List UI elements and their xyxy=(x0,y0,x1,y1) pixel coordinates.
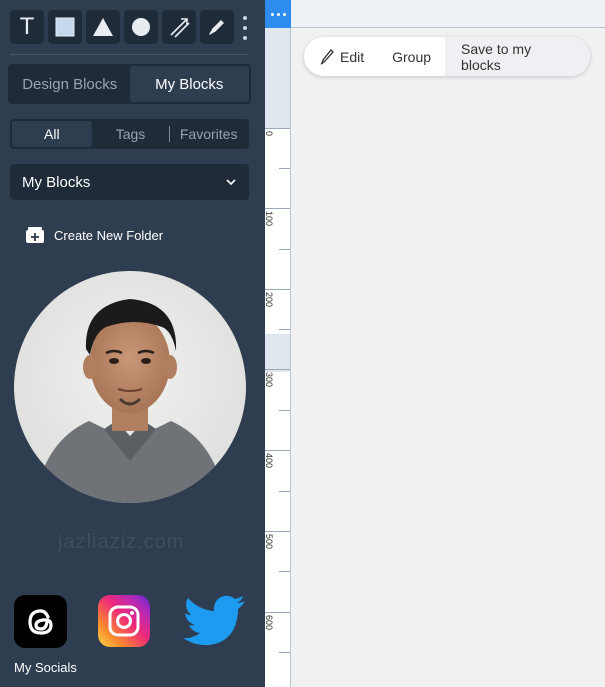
arrow-icon xyxy=(170,18,190,38)
watermark-text: jazliaziz.com xyxy=(58,531,185,553)
sidebar: T Design Blocks My Blocks All Tags Favor… xyxy=(0,0,265,687)
tab-tags[interactable]: Tags xyxy=(92,121,170,147)
ruler-tick xyxy=(279,168,290,169)
pen-icon xyxy=(320,48,334,65)
create-new-folder-button[interactable]: Create New Folder xyxy=(25,226,163,244)
ruler-tick xyxy=(279,249,290,250)
tab-all[interactable]: All xyxy=(12,121,92,147)
folder-add-icon xyxy=(26,227,44,243)
socials-block[interactable] xyxy=(0,595,265,655)
arrow-tool-button[interactable] xyxy=(162,10,196,44)
triangle-tool-button[interactable] xyxy=(86,10,120,44)
save-to-my-blocks-button[interactable]: Save to my blocks xyxy=(445,37,590,76)
avatar-block[interactable] xyxy=(14,271,246,503)
chevron-down-icon xyxy=(226,179,236,186)
ruler-tick xyxy=(279,329,290,330)
ruler-tick xyxy=(279,410,290,411)
selection-context-toolbar: Edit Group Save to my blocks xyxy=(304,37,590,76)
ruler-label: 0 xyxy=(264,131,274,137)
ruler-tick xyxy=(279,491,290,492)
filter-tabs: All Tags Favorites xyxy=(10,119,249,149)
ruler-label: 400 xyxy=(264,453,274,469)
tab-design-blocks[interactable]: Design Blocks xyxy=(10,66,130,102)
ruler-label: 600 xyxy=(264,615,274,631)
circle-icon xyxy=(132,18,150,36)
instagram-icon[interactable] xyxy=(98,595,150,647)
left-ruler: 0 100 200 300 400 500 600 xyxy=(264,28,291,687)
ruler-corner-menu[interactable] xyxy=(265,0,291,28)
text-tool-button[interactable]: T xyxy=(10,10,44,44)
block-source-tabs: Design Blocks My Blocks xyxy=(8,64,251,104)
tab-my-blocks[interactable]: My Blocks xyxy=(129,66,249,102)
top-ruler xyxy=(265,0,605,28)
threads-icon[interactable] xyxy=(14,595,67,648)
ruler-tick xyxy=(265,531,290,532)
socials-label: My Socials xyxy=(14,660,77,675)
rectangle-icon xyxy=(55,17,75,37)
divider xyxy=(10,54,249,55)
edit-button[interactable]: Edit xyxy=(304,37,378,76)
folder-select-value: My Blocks xyxy=(22,173,91,191)
ruler-label: 200 xyxy=(264,292,274,308)
rectangle-tool-button[interactable] xyxy=(48,10,82,44)
circle-tool-button[interactable] xyxy=(124,10,158,44)
group-button[interactable]: Group xyxy=(378,37,445,76)
ruler-tick xyxy=(279,571,290,572)
pen-tool-button[interactable] xyxy=(200,10,234,44)
shape-toolbar: T xyxy=(10,10,234,44)
ruler-tick xyxy=(265,450,290,451)
ruler-tick xyxy=(265,128,290,129)
ruler-tick xyxy=(265,612,290,613)
ruler-tick xyxy=(265,208,290,209)
pen-icon xyxy=(209,20,224,35)
profile-photo xyxy=(34,299,226,503)
twitter-icon[interactable] xyxy=(181,595,247,650)
triangle-icon xyxy=(93,18,113,36)
folder-select[interactable]: My Blocks xyxy=(10,164,249,200)
canvas-area[interactable]: 0 100 200 300 400 500 600 Edit Group Sav… xyxy=(264,0,605,687)
create-new-folder-label: Create New Folder xyxy=(54,227,164,243)
ruler-tick xyxy=(279,652,290,653)
text-icon: T xyxy=(20,14,34,40)
ruler-label: 100 xyxy=(264,211,274,227)
ruler-label: 500 xyxy=(264,534,274,550)
more-options-icon[interactable] xyxy=(240,16,250,40)
ruler-shade-mid xyxy=(265,334,290,372)
ruler-tick xyxy=(265,369,290,370)
edit-label: Edit xyxy=(340,48,365,65)
ruler-label: 300 xyxy=(264,372,274,388)
ruler-tick xyxy=(265,289,290,290)
ruler-shade-top xyxy=(265,28,290,128)
tab-favorites[interactable]: Favorites xyxy=(170,121,247,147)
